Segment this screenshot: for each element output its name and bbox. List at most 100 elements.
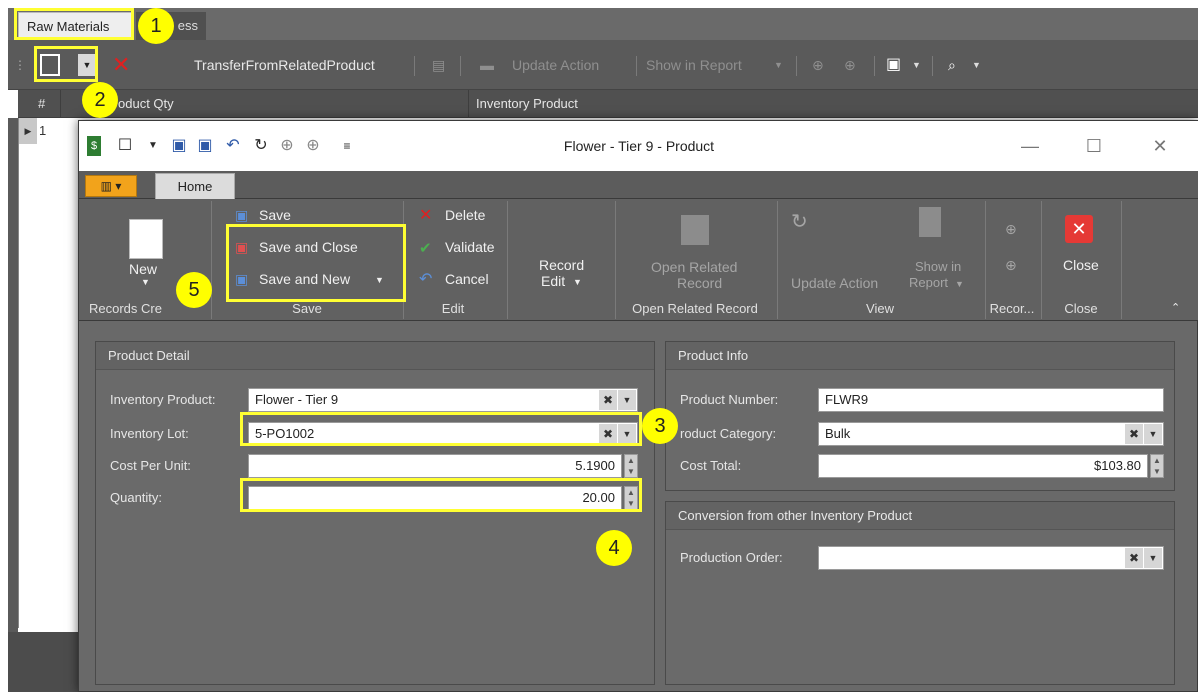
clear-icon[interactable]: ✖ <box>599 390 617 410</box>
inventory-product-field[interactable]: Flower - Tier 9 ✖ ▼ <box>248 388 638 412</box>
delete-button[interactable]: Delete <box>445 207 485 223</box>
save-close-icon: ▣ <box>235 239 249 255</box>
qa-save-icon[interactable]: ▣ <box>169 136 189 156</box>
grid-column-product-qty[interactable]: oduct Qty <box>118 90 174 118</box>
close-window-icon[interactable]: ✕ <box>1145 133 1175 159</box>
new-button[interactable]: New <box>129 261 157 277</box>
update-action-button[interactable]: Update Action <box>512 52 599 78</box>
show-in-report-line1[interactable]: Show in <box>915 259 961 274</box>
clear-icon[interactable]: ✖ <box>1125 424 1143 444</box>
inventory-lot-field[interactable]: 5-PO1002 ✖ ▼ <box>248 422 638 446</box>
record-move-down-icon[interactable]: ⊕ <box>1005 257 1017 274</box>
open-related-record-button[interactable]: Record <box>677 275 722 291</box>
maximize-icon[interactable]: ☐ <box>1079 133 1109 159</box>
collapse-ribbon-icon[interactable]: ⌃ <box>1171 301 1180 314</box>
save-layout-dropdown-icon[interactable]: ▼ <box>912 52 921 78</box>
clear-icon[interactable]: ✖ <box>599 424 617 444</box>
grid-column-number[interactable]: # <box>38 90 45 118</box>
delete-icon[interactable]: ✕ <box>112 52 130 78</box>
callout-badge-1: 1 <box>138 8 174 44</box>
background-left-edge <box>8 118 18 632</box>
new-dropdown-icon[interactable]: ▼ <box>141 277 150 287</box>
save-and-new-button[interactable]: Save and New <box>259 271 350 287</box>
qa-undo-icon[interactable]: ↶ <box>223 136 243 156</box>
app-logo-icon: $ <box>87 136 101 156</box>
validate-button[interactable]: Validate <box>445 239 495 255</box>
update-action-icon: ↻ <box>791 211 808 233</box>
find-icon[interactable]: ⌕ <box>948 52 956 78</box>
toolbar-grip-icon: ⋮ <box>14 58 26 72</box>
dropdown-icon[interactable]: ▼ <box>618 424 636 444</box>
ribbon: New ▼ Records Cre ▣ Save ▣ Save and Clos… <box>79 199 1198 321</box>
production-order-label: Production Order: <box>680 550 783 565</box>
clear-icon[interactable]: ✖ <box>1125 548 1143 568</box>
qa-refresh-icon[interactable]: ↻ <box>251 136 271 156</box>
group-edit: Edit <box>441 301 465 316</box>
qa-customize-icon[interactable]: ≡ <box>337 136 357 156</box>
save-new-icon: ▣ <box>235 271 249 287</box>
show-in-report-dropdown-icon[interactable]: ▼ <box>774 52 783 78</box>
cost-total-spinner[interactable]: ▲ ▼ <box>1150 454 1164 478</box>
minimize-icon[interactable]: — <box>1015 133 1045 159</box>
cost-per-unit-field[interactable]: 5.1900 <box>248 454 622 478</box>
screenshot-root: Raw Materials ess ⋮ ▼ ✕ TransferFromRela… <box>0 0 1198 692</box>
group-open-related-record: Open Related Record <box>632 301 758 316</box>
show-in-report-dropdown-icon[interactable]: ▼ <box>955 279 964 289</box>
move-down-icon[interactable]: ⊕ <box>844 52 856 78</box>
save-new-dropdown-icon[interactable]: ▼ <box>375 275 384 285</box>
show-in-report-button[interactable]: Show in Report <box>646 52 742 78</box>
product-info-header: Product Info <box>666 342 1174 370</box>
tab-raw-materials[interactable]: Raw Materials <box>18 12 134 40</box>
quantity-spinner[interactable]: ▲ ▼ <box>624 486 638 510</box>
toolbar-separator <box>414 56 415 76</box>
ribbon-tab-strip: ▥ ▾ Home <box>79 171 1198 200</box>
record-edit-dropdown-icon[interactable]: ▼ <box>573 277 582 287</box>
qa-new-dropdown-icon[interactable]: ▼ <box>143 136 163 156</box>
close-record-icon[interactable]: ✕ <box>1065 215 1093 243</box>
cost-total-field[interactable]: $103.80 <box>818 454 1148 478</box>
background-toolbar: ⋮ ▼ ✕ TransferFromRelatedProduct ▤ ▬ Upd… <box>8 40 1198 90</box>
qa-move-up-icon[interactable]: ⊕ <box>277 136 297 156</box>
transfer-from-related-product-button[interactable]: TransferFromRelatedProduct <box>194 52 375 78</box>
save-layout-icon[interactable]: ▣ <box>886 52 901 78</box>
open-related-record-line1[interactable]: Open Related <box>651 259 737 275</box>
cost-per-unit-spinner[interactable]: ▲ ▼ <box>624 454 638 478</box>
dropdown-icon[interactable]: ▼ <box>1144 424 1162 444</box>
callout-badge-5: 5 <box>176 272 212 308</box>
tab-home[interactable]: Home <box>155 173 235 200</box>
record-move-up-icon[interactable]: ⊕ <box>1005 221 1017 238</box>
callout-badge-2: 2 <box>82 82 118 118</box>
product-dialog: Flower - Tier 9 - Product $ ☐ ▼ ▣ ▣ ↶ ↻ … <box>78 120 1198 692</box>
background-grid-header: # oduct Qty Inventory Product <box>18 90 1198 118</box>
table-row[interactable]: 1 <box>39 118 46 144</box>
update-action-button[interactable]: Update Action <box>791 275 878 291</box>
qa-new-icon[interactable]: ☐ <box>115 136 135 156</box>
production-order-field[interactable]: ✖ ▼ <box>818 546 1164 570</box>
dropdown-icon[interactable]: ▼ <box>618 390 636 410</box>
delete-icon: ✕ <box>419 207 433 224</box>
save-button[interactable]: Save <box>259 207 291 223</box>
close-button[interactable]: Close <box>1063 257 1099 273</box>
new-dropdown-icon[interactable]: ▼ <box>78 54 96 76</box>
product-number-field[interactable]: FLWR9 <box>818 388 1164 412</box>
application-menu-button[interactable]: ▥ ▾ <box>85 175 137 197</box>
ribbon-separator <box>507 201 508 319</box>
grid-column-divider <box>60 90 61 118</box>
quantity-field[interactable]: 20.00 <box>248 486 622 510</box>
qa-save-close-icon[interactable]: ▣ <box>195 136 215 156</box>
grid-icon[interactable]: ▤ <box>432 52 445 78</box>
qa-move-down-icon[interactable]: ⊕ <box>303 136 323 156</box>
record-edit-label[interactable]: Record <box>539 257 584 273</box>
show-in-report-button[interactable]: Report <box>909 275 948 290</box>
cost-per-unit-label: Cost Per Unit: <box>110 458 191 473</box>
dropdown-icon[interactable]: ▼ <box>1144 548 1162 568</box>
move-up-icon[interactable]: ⊕ <box>812 52 824 78</box>
product-category-field[interactable]: Bulk ✖ ▼ <box>818 422 1164 446</box>
new-document-icon[interactable] <box>129 219 163 259</box>
grid-column-inventory-product[interactable]: Inventory Product <box>476 90 578 118</box>
cancel-button[interactable]: Cancel <box>445 271 489 287</box>
find-dropdown-icon[interactable]: ▼ <box>972 52 981 78</box>
new-record-icon[interactable] <box>40 54 60 76</box>
save-and-close-button[interactable]: Save and Close <box>259 239 358 255</box>
record-edit-button[interactable]: Edit <box>541 273 565 289</box>
